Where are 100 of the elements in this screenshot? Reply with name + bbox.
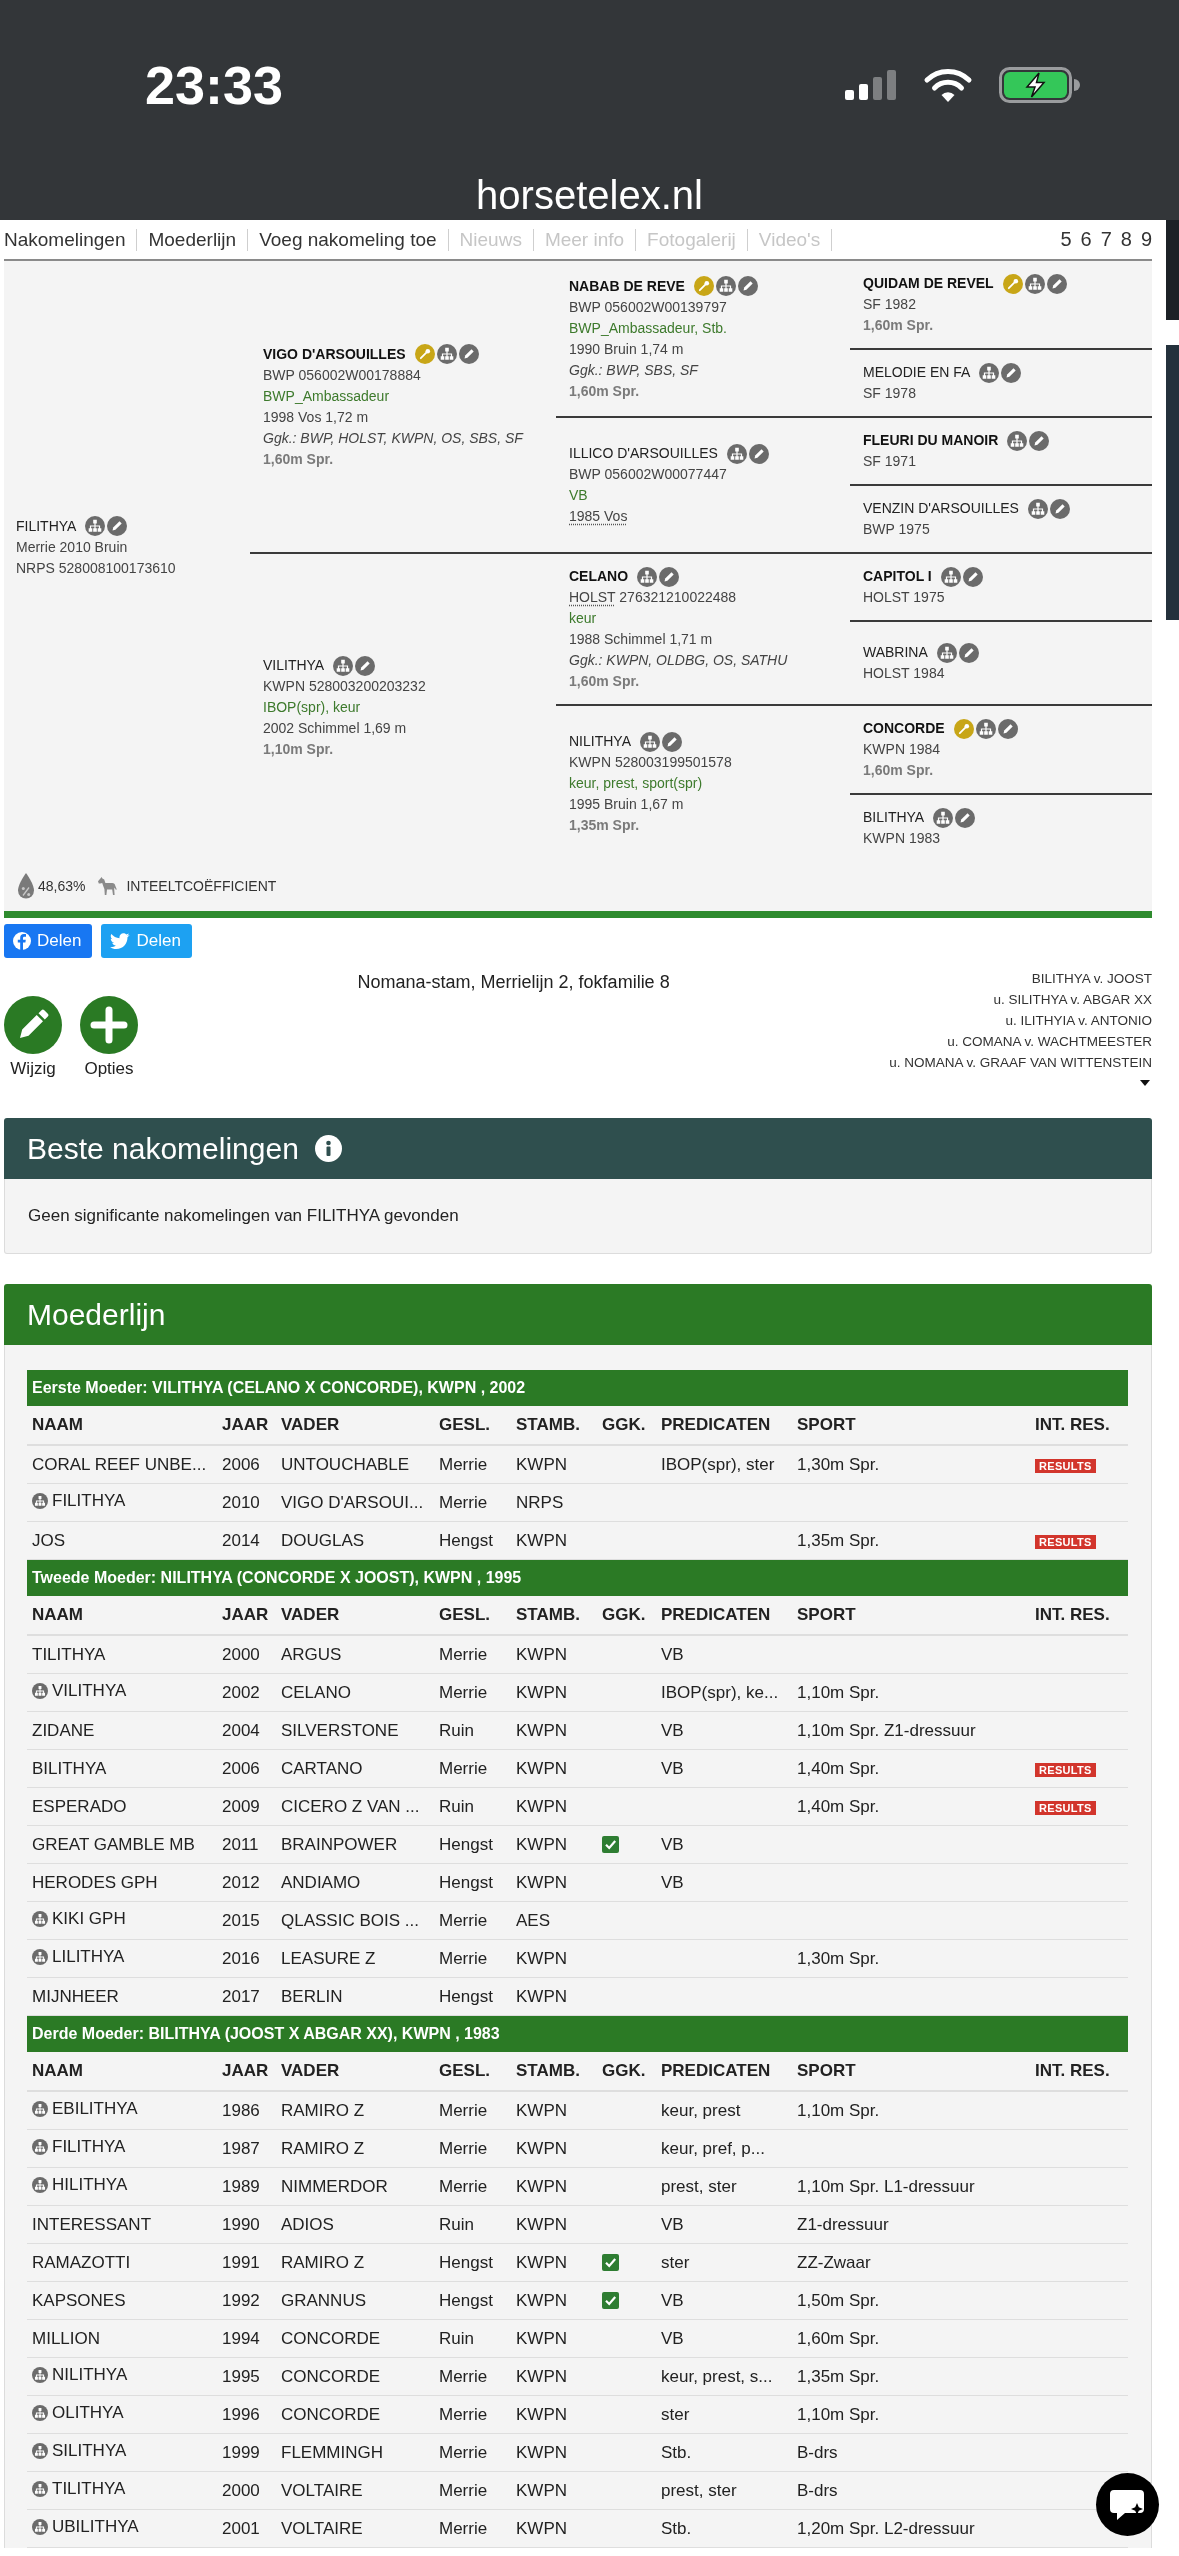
tree-icon[interactable] bbox=[32, 2101, 48, 2117]
horse-name[interactable]: VENZIN D'ARSOUILLES bbox=[863, 498, 1019, 519]
tree-icon[interactable] bbox=[726, 443, 747, 464]
pencil-icon[interactable] bbox=[1049, 498, 1070, 519]
horse-name[interactable]: WABRINA bbox=[863, 642, 928, 663]
pencil-icon[interactable] bbox=[1001, 362, 1022, 383]
pencil-icon[interactable] bbox=[737, 276, 758, 296]
table-cell[interactable]: VOLTAIRE bbox=[276, 2472, 434, 2510]
table-cell[interactable]: RAMIRO Z bbox=[276, 2092, 434, 2130]
tree-icon[interactable] bbox=[940, 566, 961, 587]
pencil-icon[interactable] bbox=[962, 566, 983, 587]
tree-icon[interactable] bbox=[32, 2443, 48, 2459]
address-text[interactable]: horsetelex.nl bbox=[476, 172, 703, 218]
results-badge[interactable]: RESULTS bbox=[1035, 1800, 1096, 1815]
tree-icon[interactable] bbox=[32, 2367, 48, 2383]
table-cell[interactable]: CARTANO bbox=[276, 1750, 434, 1788]
table-cell[interactable]: UNTOUCHABLE bbox=[276, 1446, 434, 1484]
tree-icon[interactable] bbox=[933, 807, 954, 828]
tree-icon[interactable] bbox=[1024, 273, 1045, 294]
pencil-icon[interactable] bbox=[1029, 430, 1050, 451]
table-cell[interactable]: SILVERSTONE bbox=[276, 1712, 434, 1750]
table-cell[interactable]: CONCORDE bbox=[276, 2396, 434, 2434]
horse-name[interactable]: NILITHYA bbox=[569, 731, 631, 752]
table-cell[interactable]: RAMAZOTTI bbox=[32, 2252, 131, 2273]
table-cell[interactable]: RAMIRO Z bbox=[276, 2130, 434, 2168]
tree-icon[interactable] bbox=[637, 566, 658, 587]
table-cell[interactable]: KAPSONES bbox=[32, 2290, 126, 2311]
table-cell[interactable]: ARGUS bbox=[276, 1636, 434, 1674]
table-cell[interactable]: HERODES GPH bbox=[32, 1872, 158, 1893]
table-cell[interactable]: MIJNHEER bbox=[32, 1986, 119, 2007]
horse-name[interactable]: QUIDAM DE REVEL bbox=[863, 273, 994, 294]
nav-link[interactable]: Moederlijn bbox=[137, 228, 249, 251]
table-cell[interactable]: BILITHYA bbox=[32, 1758, 107, 1779]
table-cell[interactable]: INTERESSANT bbox=[32, 2214, 152, 2235]
table-cell[interactable]: GRANNUS bbox=[276, 2282, 434, 2320]
table-cell[interactable]: EBILITHYA bbox=[52, 2099, 138, 2119]
tree-icon[interactable] bbox=[1007, 430, 1028, 451]
tree-icon[interactable] bbox=[32, 2519, 48, 2535]
pencil-icon[interactable] bbox=[458, 344, 479, 364]
tree-icon[interactable] bbox=[333, 655, 354, 676]
tree-icon[interactable] bbox=[85, 516, 106, 536]
pencil-icon[interactable] bbox=[955, 807, 976, 828]
table-cell[interactable]: FILITHYA bbox=[52, 1491, 126, 1511]
horse-name[interactable]: CELANO bbox=[569, 566, 629, 587]
tree-icon[interactable] bbox=[936, 642, 957, 663]
table-cell[interactable]: VIGO D'ARSOUI... bbox=[276, 1484, 434, 1522]
table-cell[interactable]: OLITHYA bbox=[52, 2403, 124, 2423]
tree-icon[interactable] bbox=[32, 2177, 48, 2193]
table-cell[interactable]: HILITHYA bbox=[52, 2175, 128, 2195]
horse-name[interactable]: MELODIE EN FA bbox=[863, 362, 971, 383]
table-cell[interactable]: ZIDANE bbox=[32, 1720, 95, 1741]
table-cell[interactable]: GREAT GAMBLE MB bbox=[32, 1834, 195, 1855]
pencil-icon[interactable] bbox=[107, 516, 128, 536]
share-button[interactable]: Delen bbox=[4, 924, 93, 958]
tree-icon[interactable] bbox=[640, 731, 660, 752]
table-cell[interactable]: FILITHYA bbox=[52, 2137, 126, 2157]
table-cell[interactable]: NILITHYA bbox=[52, 2365, 128, 2385]
tree-icon[interactable] bbox=[436, 344, 457, 364]
nav-link[interactable]: Voeg nakomeling toe bbox=[248, 228, 449, 251]
tree-icon[interactable] bbox=[979, 362, 1000, 383]
nav-link[interactable]: Nakomelingen bbox=[4, 228, 138, 251]
table-cell[interactable]: VOLTAIRE bbox=[276, 2510, 434, 2548]
tree-icon[interactable] bbox=[32, 2405, 48, 2421]
table-cell[interactable]: QLASSIC BOIS ... bbox=[276, 1902, 434, 1940]
tree-icon[interactable] bbox=[32, 1683, 48, 1699]
horse-name[interactable]: NABAB DE REVE bbox=[569, 275, 685, 297]
pencil-icon[interactable] bbox=[1046, 273, 1067, 294]
tree-icon[interactable] bbox=[1027, 498, 1048, 519]
add-button[interactable]: Opties bbox=[80, 996, 138, 1079]
pencil-icon[interactable] bbox=[662, 731, 682, 752]
pencil-icon[interactable] bbox=[748, 443, 769, 464]
pencil-icon[interactable] bbox=[997, 718, 1018, 739]
tree-icon[interactable] bbox=[32, 2139, 48, 2155]
horse-name[interactable]: BILITHYA bbox=[863, 807, 925, 828]
table-cell[interactable]: CONCORDE bbox=[276, 2358, 434, 2396]
horse-name[interactable]: VILITHYA bbox=[263, 655, 325, 676]
horse-name[interactable]: CAPITOL I bbox=[863, 566, 932, 587]
tree-icon[interactable] bbox=[715, 276, 736, 296]
table-cell[interactable]: ANDIAMO bbox=[276, 1864, 434, 1902]
table-cell[interactable]: LEASURE Z bbox=[276, 1940, 434, 1978]
tree-icon[interactable] bbox=[32, 1949, 48, 1965]
table-cell[interactable]: KIKI GPH bbox=[52, 1909, 126, 1929]
info-icon[interactable] bbox=[314, 1135, 342, 1162]
generation-link[interactable]: 8 bbox=[1120, 228, 1132, 251]
table-cell[interactable]: MILLION bbox=[32, 2328, 101, 2349]
caret-icon[interactable] bbox=[1140, 1080, 1150, 1086]
tree-icon[interactable] bbox=[32, 1911, 48, 1927]
tree-icon[interactable] bbox=[32, 1493, 48, 1509]
pencil-icon[interactable] bbox=[659, 566, 680, 587]
tree-icon[interactable] bbox=[32, 2481, 48, 2497]
results-badge[interactable]: RESULTS bbox=[1035, 1458, 1096, 1473]
table-cell[interactable]: SILITHYA bbox=[52, 2441, 127, 2461]
generation-link[interactable]: 9 bbox=[1140, 228, 1152, 251]
inbreeding-label[interactable]: INTEELTCOËFFICIENT bbox=[126, 878, 277, 894]
horse-name[interactable]: CONCORDE bbox=[863, 718, 945, 739]
table-cell[interactable]: BRAINPOWER bbox=[276, 1826, 434, 1864]
table-cell[interactable]: RAMIRO Z bbox=[276, 2244, 434, 2282]
table-cell[interactable]: LILITHYA bbox=[52, 1947, 125, 1967]
generation-link[interactable]: 6 bbox=[1080, 228, 1092, 251]
table-cell[interactable]: NIMMERDOR bbox=[276, 2168, 434, 2206]
